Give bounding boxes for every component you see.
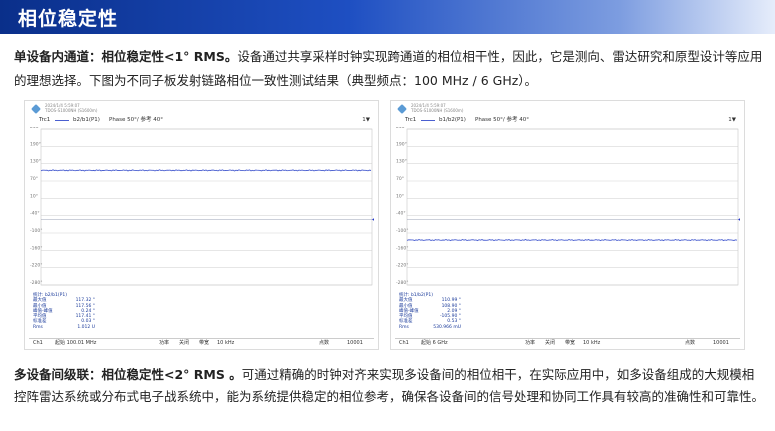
y-tick-label: -40°: [30, 211, 40, 217]
trace-phase-info: Phase 50°/ 参考 40°: [475, 117, 530, 123]
points-label: 点数: [319, 340, 330, 346]
points-value: 10001: [713, 340, 729, 346]
trace-bar[interactable]: Trc1 b2/b1(P1) Phase 50°/ 参考 40° 1▼: [29, 116, 374, 125]
instrument-logo-icon: [397, 104, 407, 114]
y-tick-label: 10°: [396, 193, 404, 199]
y-tick-label: 10°: [30, 193, 38, 199]
y-tick-label: 250°: [30, 127, 41, 130]
plot-frame: [406, 128, 739, 286]
y-tick-label: 250°: [396, 127, 407, 130]
chart-footer: Ch1 起始 6 GHz 功率 关闭 带宽 10 kHz 点数 10001: [395, 338, 740, 347]
statistics-box: 统计: b2/b1(P1) 最大值 117.32 ° 最小值 117.56 ° 峰值…: [33, 293, 95, 330]
y-tick-label: -100°: [30, 228, 42, 234]
trace-dropdown-icon[interactable]: 1▼: [728, 116, 736, 125]
start-frequency: 起始 6 GHz: [421, 340, 448, 346]
chart-header: 2024/1/4 5:59:07 TDOS-S1000NH (S1600m): [45, 103, 97, 113]
trace-dropdown-icon[interactable]: 1▼: [362, 116, 370, 125]
trace-color-swatch: [421, 120, 435, 121]
points-value: 10001: [347, 340, 363, 346]
y-tick-label: -40°: [396, 211, 406, 217]
title-banner: 相位稳定性: [0, 0, 775, 34]
chart-instrument: TDOS-S1000NH (S1600m): [45, 108, 98, 113]
stat-row: Rms 1.012 U: [33, 324, 95, 330]
phase-chart-100mhz: 2024/1/4 5:59:07 TDOS-S1000NH (S1600m) T…: [24, 100, 379, 350]
cascade-paragraph: 多设备间级联：相位稳定性<2° RMS 。可通过精确的时钟对齐来实现多设备间的相…: [14, 364, 764, 408]
power-off: 关闭: [545, 340, 556, 346]
trace-bar[interactable]: Trc1 b1/b2(P1) Phase 50°/ 参考 40° 1▼: [395, 116, 740, 125]
trace-measurement: b2/b1(P1): [73, 117, 100, 123]
power-off: 关闭: [179, 340, 190, 346]
start-frequency: 起始 100.01 MHz: [55, 340, 97, 346]
chart-instrument: TDOS-S1000NH (S1600m): [411, 108, 464, 113]
bandwidth-value: 10 kHz: [217, 340, 235, 346]
phase-trace: [40, 169, 372, 172]
y-tick-label: 190°: [396, 141, 407, 147]
y-tick-label: -160°: [396, 245, 408, 251]
phase-chart-6ghz: 2024/1/4 5:59:07 TDOS-S1000NH (S1600m) T…: [390, 100, 745, 350]
y-tick-label: 70°: [30, 176, 38, 182]
bandwidth-value: 10 kHz: [583, 340, 601, 346]
y-tick-label: -160°: [30, 245, 42, 251]
trace-name: Trc1: [39, 117, 51, 123]
stat-row: Rms 530.966 mU: [399, 324, 461, 330]
bandwidth-label: 带宽: [199, 340, 210, 346]
cascade-lead: 多设备间级联：相位稳定性<2° RMS 。: [14, 367, 242, 382]
trace-phase-info: Phase 50°/ 参考 40°: [109, 117, 164, 123]
chart-footer: Ch1 起始 100.01 MHz 功率 关闭 带宽 10 kHz 点数 100…: [29, 338, 374, 347]
trace-color-swatch: [55, 120, 69, 121]
channel-label: Ch1: [399, 340, 409, 346]
y-tick-label: -220°: [30, 263, 42, 269]
chart-header: 2024/1/4 5:59:07 TDOS-S1000NH (S1600m): [411, 103, 463, 113]
phase-trace: [406, 238, 738, 242]
statistics-box: 统计: b1/b2(P1) 最大值 110.99 ° 最小值 108.90 ° 峰值…: [399, 293, 461, 330]
y-tick-label: -280°: [396, 280, 408, 286]
plot-frame: [40, 128, 373, 286]
power-label: 功率: [159, 340, 170, 346]
y-tick-label: -100°: [396, 228, 408, 234]
y-tick-label: 130°: [30, 159, 41, 165]
power-label: 功率: [525, 340, 536, 346]
y-tick-label: 70°: [396, 176, 404, 182]
trace-name: Trc1: [405, 117, 417, 123]
section-title: 相位稳定性: [18, 8, 119, 30]
intro-lead: 单设备内通道：相位稳定性<1° RMS。: [14, 49, 238, 64]
y-tick-label: -280°: [30, 280, 42, 286]
points-label: 点数: [685, 340, 696, 346]
bandwidth-label: 带宽: [565, 340, 576, 346]
y-tick-label: 130°: [396, 159, 407, 165]
instrument-logo-icon: [31, 104, 41, 114]
intro-paragraph: 单设备内通道：相位稳定性<1° RMS。设备通过共享采样时钟实现跨通道的相位相干…: [14, 45, 764, 93]
y-tick-label: 190°: [30, 141, 41, 147]
trace-measurement: b1/b2(P1): [439, 117, 466, 123]
y-tick-label: -220°: [396, 263, 408, 269]
channel-label: Ch1: [33, 340, 43, 346]
